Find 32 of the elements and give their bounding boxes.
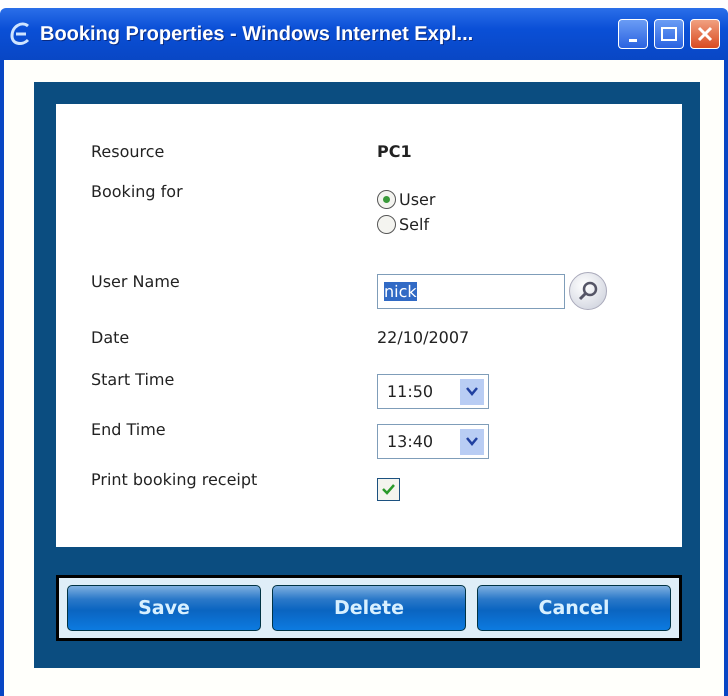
window-title: Booking Properties - Windows Internet Expl... xyxy=(40,22,474,46)
close-button[interactable] xyxy=(690,19,720,49)
checkmark-icon xyxy=(381,483,396,496)
maximize-icon xyxy=(661,27,677,41)
field-label: Print booking receipt xyxy=(91,470,258,489)
field-label: Start Time xyxy=(91,370,174,389)
search-button[interactable] xyxy=(569,272,607,310)
time-dropdown[interactable]: 11:50 xyxy=(377,374,489,409)
maximize-button[interactable] xyxy=(654,19,684,49)
search-icon xyxy=(577,280,599,302)
field-label: Booking for xyxy=(91,182,183,201)
radio-button[interactable] xyxy=(377,215,396,234)
close-icon xyxy=(697,26,713,42)
field-label: User Name xyxy=(91,272,180,291)
action-button[interactable]: Cancel xyxy=(477,585,671,631)
time-dropdown[interactable]: 13:40 xyxy=(377,424,489,459)
action-button[interactable]: Save xyxy=(67,585,261,631)
radio-button[interactable] xyxy=(377,190,396,209)
radio-label[interactable]: User xyxy=(399,190,436,209)
radio-label[interactable]: Self xyxy=(399,215,430,234)
action-button[interactable]: Delete xyxy=(272,585,466,631)
field-label: Date xyxy=(91,328,130,347)
chevron-icon xyxy=(466,437,478,446)
minimize-button[interactable] xyxy=(618,19,648,49)
field-value: 22/10/2007 xyxy=(377,328,470,347)
field-value: PC1 xyxy=(377,142,412,161)
field-label: End Time xyxy=(91,420,166,439)
field-label: Resource xyxy=(91,142,164,161)
chevron-icon xyxy=(466,387,478,396)
minimize-icon xyxy=(629,38,637,42)
input-field[interactable]: nick xyxy=(377,274,565,308)
checkbox[interactable] xyxy=(377,478,400,501)
